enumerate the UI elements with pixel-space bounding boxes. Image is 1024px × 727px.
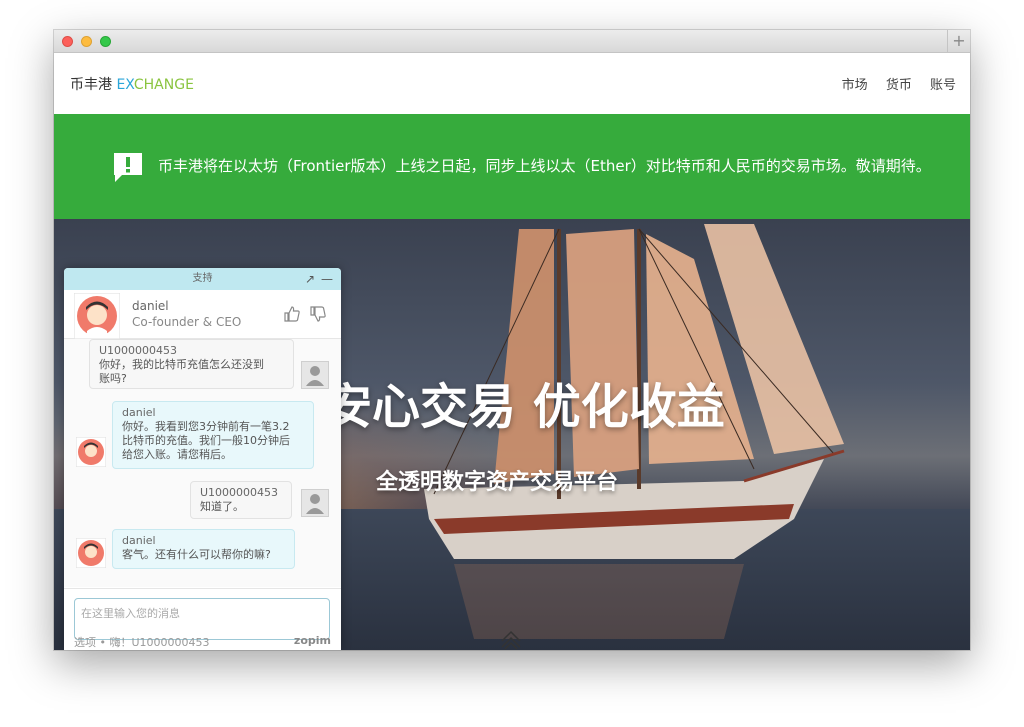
visitor-avatar: [301, 489, 329, 517]
chat-messages: U1000000453 你好，我的比特币充值怎么还没到 账吗? daniel 你…: [64, 339, 341, 587]
logo-prefix: 币丰港: [70, 77, 117, 93]
browser-window: + 币丰港 EXCHANGE 市场 货币 账号 币丰港将在以太坊（Frontie…: [54, 30, 970, 650]
new-tab-button[interactable]: +: [947, 30, 970, 52]
message-sender: U1000000453: [99, 344, 178, 357]
agent-avatar-small: [76, 437, 106, 467]
message-text-line: 给您入账。请您稍后。: [122, 448, 232, 461]
announcement-banner: 币丰港将在以太坊（Frontier版本）上线之日起，同步上线以太（Ether）对…: [54, 114, 970, 219]
nav-link-account[interactable]: 账号: [930, 78, 956, 93]
agent-avatar-small: [76, 538, 106, 568]
exclamation-speech-icon: [114, 153, 142, 182]
thumbs-up-icon[interactable]: [283, 305, 301, 323]
close-window-button[interactable]: [62, 36, 73, 47]
message-text-line: 知道了。: [200, 500, 244, 513]
agent-name: daniel: [132, 299, 169, 313]
message-text-line: 账吗?: [99, 372, 127, 385]
chat-header-title: 支持: [192, 273, 213, 284]
zoom-window-button[interactable]: [100, 36, 111, 47]
message-sender: U1000000453: [200, 486, 279, 499]
chat-message: daniel 你好。我看到您3分钟前有一笔3.2 比特币的充值。我们一般10分钟…: [112, 401, 314, 469]
popout-icon[interactable]: ↗: [305, 268, 315, 290]
zopim-logo[interactable]: zopim: [294, 634, 331, 647]
logo-ex: EX: [116, 77, 134, 93]
chat-options-link[interactable]: 选项 • 嗨！U1000000453: [74, 636, 210, 649]
message-text-line: 比特币的充值。我们一般10分钟后: [122, 434, 290, 447]
hero-subtitle: 全透明数字资产交易平台: [376, 470, 619, 495]
agent-role: Co-founder & CEO: [132, 315, 242, 329]
site-navbar: 币丰港 EXCHANGE 市场 货币 账号: [54, 53, 970, 114]
message-sender: daniel: [122, 534, 156, 547]
chat-header[interactable]: 支持 ↗ —: [64, 268, 341, 290]
minimize-window-button[interactable]: [81, 36, 92, 47]
minimize-chat-icon[interactable]: —: [321, 268, 333, 290]
title-bar: +: [54, 30, 970, 53]
message-sender: daniel: [122, 406, 156, 419]
agent-info: daniel Co-founder & CEO: [64, 290, 341, 339]
live-chat-widget: 支持 ↗ — daniel Co-founder & CEO U10000004…: [64, 268, 341, 650]
logo-change: CHANGE: [133, 77, 194, 93]
banner-text: 币丰港将在以太坊（Frontier版本）上线之日起，同步上线以太（Ether）对…: [158, 157, 931, 175]
agent-avatar: [74, 293, 120, 339]
visitor-avatar: [301, 361, 329, 389]
chat-footer: 选项 • 嗨！U1000000453 zopim: [74, 634, 331, 649]
thumbs-down-icon[interactable]: [309, 305, 327, 323]
message-text-line: 你好。我看到您3分钟前有一笔3.2: [122, 420, 290, 433]
message-text-line: 你好，我的比特币充值怎么还没到: [99, 358, 264, 371]
message-text-line: 客气。还有什么可以帮你的嘛?: [122, 548, 271, 561]
chat-message: U1000000453 你好，我的比特币充值怎么还没到 账吗?: [89, 339, 294, 389]
nav-link-currency[interactable]: 货币: [886, 78, 912, 93]
scroll-down-icon[interactable]: [500, 629, 522, 650]
chat-message: U1000000453 知道了。: [190, 481, 292, 519]
nav-link-market[interactable]: 市场: [842, 78, 868, 93]
chat-message: daniel 客气。还有什么可以帮你的嘛?: [112, 529, 295, 569]
nav-links: 市场 货币 账号: [828, 74, 956, 93]
site-logo[interactable]: 币丰港 EXCHANGE: [70, 74, 194, 94]
hero-title: 安心交易 优化收益: [324, 379, 725, 435]
